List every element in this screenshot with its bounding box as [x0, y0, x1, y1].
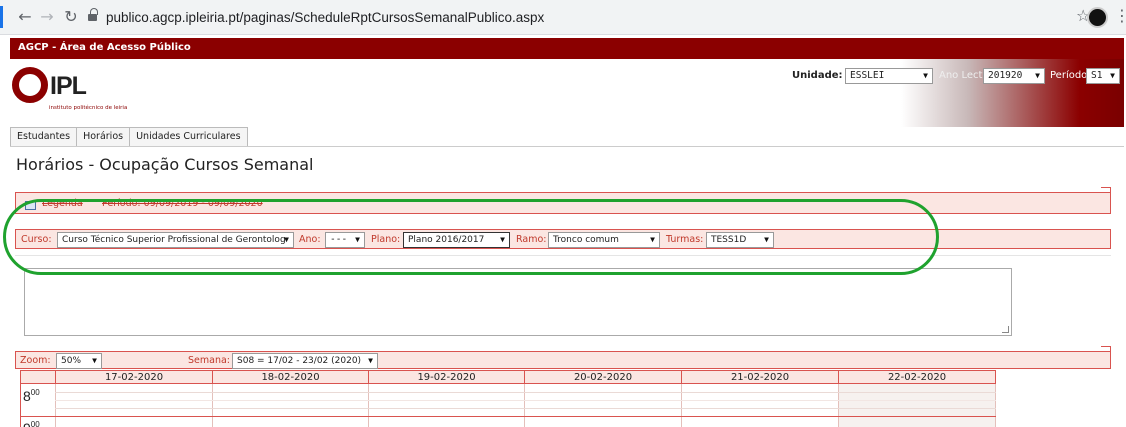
ramo-value: Tronco comum [553, 235, 619, 245]
chevron-down-icon: ▼ [92, 356, 97, 365]
chevron-down-icon: ▼ [650, 235, 655, 244]
chevron-down-icon: ▼ [764, 235, 769, 244]
ramo-select[interactable]: Tronco comum ▼ [548, 232, 660, 248]
app-title: AGCP - Área de Acesso Público [18, 42, 191, 53]
plano-label: Plano: [371, 234, 401, 245]
chevron-down-icon: ▼ [500, 235, 505, 244]
logo-text: IPL [50, 72, 87, 100]
legend-panel: Legenda Período: 09/09/2019 - 09/09/2020 [15, 187, 1111, 214]
header: IPL instituto politécnico de leiria Unid… [10, 59, 1124, 127]
chevron-down-icon: ▼ [284, 235, 289, 244]
hour-label: 800 [23, 388, 40, 404]
ano-select[interactable]: --- ▼ [325, 232, 365, 248]
plano-select[interactable]: Plano 2016/2017 ▼ [403, 232, 510, 248]
browser-toolbar: ← → ↻ publico.agcp.ipleiria.pt/paginas/S… [0, 0, 1126, 35]
day-column[interactable] [212, 384, 368, 427]
main-menu: Estudantes Horários Unidades Curriculare… [10, 127, 248, 147]
curso-select[interactable]: Curso Técnico Superior Profissional de G… [57, 232, 294, 248]
ano-lectivo-value: 201920 [988, 70, 1023, 81]
panel-corner [1101, 187, 1111, 193]
day-column[interactable] [838, 384, 996, 427]
turmas-value: TESS1D [711, 235, 747, 245]
hour-label: 900 [23, 420, 40, 427]
lock-icon [88, 8, 98, 22]
minute-value: 00 [30, 388, 40, 397]
resize-handle-icon[interactable] [1002, 326, 1009, 333]
panel-corner [1101, 346, 1111, 352]
periodo-value: S1 [1091, 70, 1103, 81]
window-accent [0, 6, 3, 28]
turmas-select[interactable]: TESS1D ▼ [706, 232, 774, 248]
page-title: Horários - Ocupação Cursos Semanal [16, 155, 314, 174]
zoom-select[interactable]: 50% ▼ [56, 353, 102, 369]
day-header: 22-02-2020 [838, 371, 996, 385]
day-column[interactable] [524, 384, 681, 427]
zoom-panel: Zoom: 50% ▼ Semana: S08 = 17/02 - 23/02 … [15, 346, 1111, 369]
zoom-label: Zoom: [20, 355, 51, 366]
filters-divider [15, 255, 1111, 256]
arrow-right-icon[interactable]: → [36, 6, 58, 28]
address-bar[interactable]: publico.agcp.ipleiria.pt/paginas/Schedul… [88, 5, 1123, 30]
day-header: 18-02-2020 [212, 371, 368, 385]
tab-horarios[interactable]: Horários [76, 127, 130, 147]
day-column[interactable] [55, 384, 212, 427]
unidade-label: Unidade: [792, 70, 843, 81]
tab-unidades-curriculares[interactable]: Unidades Curriculares [129, 127, 248, 147]
periodo-range: Período: 09/09/2019 - 09/09/2020 [102, 198, 263, 209]
schedule-grid: 17-02-2020 18-02-2020 19-02-2020 20-02-2… [20, 370, 996, 427]
grid-line [55, 392, 996, 393]
zoom-value: 50% [61, 356, 82, 366]
day-column[interactable] [368, 384, 524, 427]
chevron-down-icon: ▼ [355, 235, 360, 244]
ano-value: --- [330, 234, 348, 245]
chevron-down-icon: ▼ [368, 356, 373, 365]
ano-label: Ano: [299, 234, 321, 245]
day-header: 21-02-2020 [681, 371, 838, 385]
periodo-label: Período: [1050, 70, 1091, 81]
plano-value: Plano 2016/2017 [408, 235, 485, 245]
logo-subtitle: instituto politécnico de leiria [49, 105, 128, 111]
turmas-label: Turmas: [666, 234, 704, 245]
filters-panel: Curso: Curso Técnico Superior Profission… [15, 229, 1111, 249]
curso-label: Curso: [21, 234, 52, 245]
ramo-label: Ramo: [516, 234, 547, 245]
semana-select[interactable]: S08 = 17/02 - 23/02 (2020) ▼ [232, 353, 378, 369]
day-header: 17-02-2020 [55, 371, 212, 385]
grid-line [55, 400, 996, 401]
schedule-header-row: 17-02-2020 18-02-2020 19-02-2020 20-02-2… [21, 370, 996, 385]
ipl-logo-ring-icon [12, 67, 48, 103]
chevron-down-icon: ▼ [1035, 71, 1040, 80]
curso-value: Curso Técnico Superior Profissional de G… [62, 235, 286, 245]
chevron-down-icon: ▼ [923, 71, 928, 80]
arrow-left-icon[interactable]: ← [14, 6, 36, 28]
menu-divider [10, 146, 1124, 147]
app-title-bar: AGCP - Área de Acesso Público [10, 38, 1124, 59]
day-header: 20-02-2020 [524, 371, 681, 385]
notes-textarea[interactable] [24, 268, 1012, 336]
unidade-select[interactable]: ESSLEI ▼ [845, 68, 933, 84]
tab-estudantes[interactable]: Estudantes [10, 127, 77, 147]
ano-lectivo-select[interactable]: 201920 ▼ [983, 68, 1045, 84]
chevron-down-icon: ▼ [1110, 71, 1115, 80]
url-text: publico.agcp.ipleiria.pt/paginas/Schedul… [106, 10, 545, 25]
periodo-select[interactable]: S1 ▼ [1086, 68, 1120, 84]
hour-divider [21, 416, 996, 417]
kebab-icon[interactable]: ⋮ [1114, 6, 1126, 25]
day-column[interactable] [681, 384, 838, 427]
legend-icon[interactable] [25, 201, 36, 210]
avatar[interactable] [1087, 7, 1108, 28]
day-header: 19-02-2020 [368, 371, 524, 385]
semana-value: S08 = 17/02 - 23/02 (2020) [237, 356, 362, 366]
minute-value: 00 [30, 420, 40, 427]
grid-line [55, 408, 996, 409]
legend-label[interactable]: Legenda [42, 198, 83, 209]
semana-label: Semana: [188, 355, 230, 366]
unidade-value: ESSLEI [850, 70, 885, 81]
reload-icon[interactable]: ↻ [60, 6, 82, 28]
hour-value: 9 [23, 420, 31, 427]
hour-value: 8 [23, 388, 31, 404]
